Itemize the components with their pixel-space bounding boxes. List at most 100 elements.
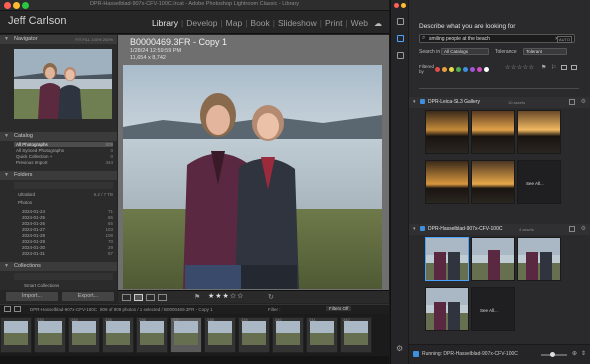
search-in-select[interactable]: All Catalogs [441, 48, 489, 55]
gear-icon[interactable]: ⚙ [581, 225, 586, 232]
video-filter-icon[interactable] [571, 65, 577, 70]
filmstrip-thumb[interactable]: 242 [340, 317, 372, 353]
compare-view-icon[interactable] [146, 294, 155, 301]
search-mode-icon[interactable] [397, 35, 404, 42]
module-slideshow[interactable]: Slideshow [275, 18, 320, 28]
rotate-icon[interactable]: ↻ [268, 293, 274, 301]
color-filter-orange[interactable] [442, 67, 447, 72]
catalog-item-previous-import[interactable]: Previous Import [16, 160, 48, 165]
result-group-header[interactable]: ▾ DPR-Leica-SL3 Gallery 10 assets ⚙ [409, 97, 590, 108]
folder-item[interactable]: 2024-01-30 [22, 245, 45, 250]
filmstrip-source[interactable]: DPR-Hasselblad-907x-CFV-100C [30, 307, 97, 312]
module-web[interactable]: Web [348, 18, 371, 28]
zoom-icon[interactable]: ⊕ [572, 350, 577, 357]
open-icon[interactable] [569, 99, 575, 105]
zoom-200[interactable]: 200% [103, 37, 113, 42]
search-input[interactable]: ⌕ smiling people at the beach ✕ AUTO [419, 34, 575, 43]
survey-view-icon[interactable] [158, 294, 167, 301]
color-filter-purple[interactable] [470, 67, 475, 72]
catalog-header[interactable]: Catalog [0, 132, 117, 141]
folders-filter-bar[interactable] [14, 182, 113, 189]
collapse-triangle-icon[interactable]: ▼ [4, 171, 9, 180]
loupe-view[interactable]: B0000469.3FR - Copy 1 1/28/24 12:59:59 P… [118, 35, 389, 290]
loupe-view-icon[interactable] [134, 294, 143, 301]
module-book[interactable]: Book [247, 18, 272, 28]
grid-view-icon[interactable] [122, 294, 131, 301]
open-icon[interactable] [569, 226, 575, 232]
folder-item[interactable]: 2024-01-31 [22, 251, 45, 256]
status-checkbox[interactable] [413, 351, 419, 357]
result-thumb[interactable] [471, 237, 515, 281]
catalog-item-quick-collection[interactable]: Quick Collection + [16, 154, 52, 159]
folder-item[interactable]: 2024-01-28 [22, 233, 45, 238]
flag-icon[interactable]: ⚑ [194, 293, 200, 301]
flag-filter-icon[interactable]: ⚑ [541, 64, 546, 71]
folder-item[interactable]: 2024-01-29 [22, 239, 45, 244]
volume-item[interactable]: Ultrabird [18, 192, 35, 197]
module-library[interactable]: Library [149, 18, 181, 28]
collections-filter-bar[interactable] [14, 273, 113, 280]
filmstrip-thumb[interactable]: 236 [136, 317, 168, 353]
module-develop[interactable]: Develop [183, 18, 220, 28]
module-map[interactable]: Map [223, 18, 246, 28]
chevron-down-icon[interactable]: ▾ [413, 226, 416, 232]
smart-collections-item[interactable]: Smart Collections [24, 283, 59, 288]
result-thumb[interactable] [471, 160, 515, 204]
image-filter-icon[interactable] [561, 65, 567, 70]
reject-filter-icon[interactable]: ⚐ [551, 64, 556, 71]
result-thumb-selected[interactable] [425, 237, 469, 281]
filmstrip-thumb[interactable]: 235 [102, 317, 134, 353]
screen-2-icon[interactable] [14, 306, 21, 312]
gear-icon[interactable]: ⚙ [396, 344, 403, 353]
folder-item[interactable]: 2024-01-27 [22, 227, 45, 232]
result-thumb[interactable] [517, 237, 561, 281]
collapse-triangle-icon[interactable]: ▼ [4, 262, 9, 271]
gallery-icon[interactable] [397, 52, 404, 59]
module-print[interactable]: Print [322, 18, 345, 28]
group-checkbox[interactable] [420, 226, 425, 231]
tolerance-select[interactable]: Tolerant [523, 48, 567, 55]
color-filter-yellow[interactable] [449, 67, 454, 72]
catalog-item-synced[interactable]: All Synced Photographs [16, 148, 64, 153]
color-filter-white[interactable] [484, 67, 489, 72]
folder-item[interactable]: 2024-01-25 [22, 215, 45, 220]
result-thumb[interactable] [425, 287, 469, 331]
zoom-fill[interactable]: FILL [82, 37, 90, 42]
folder-item[interactable]: 2024-01-24 [22, 209, 45, 214]
zoom-fit[interactable]: FIT [75, 37, 81, 42]
slider-handle[interactable] [550, 352, 555, 357]
close-window-icon[interactable] [394, 3, 399, 8]
navigator-preview[interactable] [14, 49, 112, 119]
result-group-header[interactable]: ▾ DPR-Hasselblad-907x-CFV-100C 4 assets … [409, 224, 590, 235]
collapse-triangle-icon[interactable]: ▼ [4, 35, 9, 44]
filmstrip-thumb[interactable]: 234 [68, 317, 100, 353]
star-rating[interactable]: ★★★☆☆ [208, 292, 244, 300]
filmstrip-thumb-selected[interactable]: 237 [170, 317, 202, 353]
folders-header[interactable]: Folders [0, 171, 117, 180]
color-filter-red[interactable] [435, 67, 440, 72]
result-thumb[interactable] [517, 110, 561, 154]
folder-photos[interactable]: Photos [18, 200, 32, 205]
navigator-header[interactable]: Navigator FIT FILL 100% 200% [0, 35, 117, 44]
folder-item[interactable]: 2024-01-26 [22, 221, 45, 226]
color-filter-green[interactable] [456, 67, 461, 72]
filmstrip-thumb[interactable]: 233 [34, 317, 66, 353]
filmstrip-thumb[interactable]: 240 [272, 317, 304, 353]
filter-dropdown[interactable]: Filters Off [326, 306, 352, 311]
result-thumb[interactable] [425, 110, 469, 154]
color-filter-pink[interactable] [477, 67, 482, 72]
color-filter-blue[interactable] [463, 67, 468, 72]
collections-header[interactable]: Collections [0, 262, 117, 271]
screen-1-icon[interactable] [4, 306, 11, 312]
group-checkbox[interactable] [420, 99, 425, 104]
filmstrip-thumb[interactable]: 241 [306, 317, 338, 353]
result-thumb[interactable] [471, 110, 515, 154]
filmstrip-thumb[interactable]: 238 [204, 317, 236, 353]
sort-icon[interactable]: ⇕ [581, 350, 586, 357]
zoom-100[interactable]: 100% [91, 37, 101, 42]
filmstrip-thumb[interactable] [0, 317, 32, 353]
see-all-tile[interactable]: See All... [517, 160, 561, 204]
grid-icon[interactable] [397, 18, 404, 25]
chevron-down-icon[interactable]: ▾ [413, 99, 416, 105]
collapse-triangle-icon[interactable]: ▼ [4, 132, 9, 141]
